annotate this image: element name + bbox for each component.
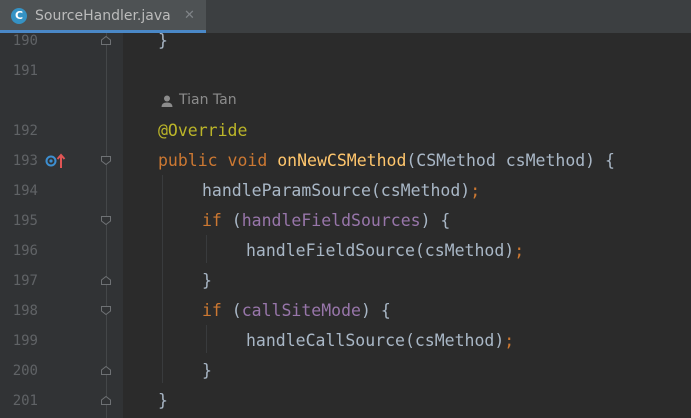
code-token: handleFieldSources: [241, 211, 421, 230]
code-token: handleParamSource(csMethod): [202, 181, 471, 200]
line-number[interactable]: 191: [0, 56, 38, 86]
line-number[interactable]: 199: [0, 326, 38, 356]
line-number[interactable]: 201: [0, 386, 38, 416]
java-class-icon: C: [11, 8, 27, 24]
code-token: handleCallSource(csMethod): [246, 331, 505, 350]
code-token: ;: [514, 241, 525, 260]
code-token: }: [202, 271, 212, 290]
line-number[interactable]: 197: [0, 266, 38, 296]
code-token: (CSMethod csMethod) {: [406, 151, 615, 170]
code-token: if: [202, 211, 222, 230]
code-text[interactable]: if (handleFieldSources) {: [202, 206, 450, 236]
person-icon: [161, 95, 173, 107]
line-number[interactable]: 198: [0, 296, 38, 326]
line-number[interactable]: 190: [0, 26, 38, 56]
code-line[interactable]: 196 handleFieldSource(csMethod);: [0, 236, 691, 266]
code-text[interactable]: @Override: [158, 116, 247, 146]
code-token: }: [158, 31, 168, 50]
line-number[interactable]: 192: [0, 116, 38, 146]
fold-start-icon[interactable]: [101, 216, 111, 225]
code-text[interactable]: }: [202, 356, 212, 386]
code-line[interactable]: 194 handleParamSource(csMethod);: [0, 176, 691, 206]
fold-end-icon[interactable]: [101, 276, 111, 285]
code-token: ) {: [420, 211, 451, 230]
line-number[interactable]: 193: [0, 146, 38, 176]
tab-title: SourceHandler.java: [35, 8, 171, 24]
line-number[interactable]: 194: [0, 176, 38, 206]
line-number[interactable]: 195: [0, 206, 38, 236]
code-line[interactable]: 199 handleCallSource(csMethod);: [0, 326, 691, 356]
fold-start-icon[interactable]: [101, 306, 111, 315]
override-method-icon[interactable]: [44, 153, 68, 169]
code-text[interactable]: }: [158, 26, 168, 56]
code-token: handleFieldSource(csMethod): [246, 241, 515, 260]
code-token: }: [158, 391, 168, 410]
code-token: ) {: [360, 301, 391, 320]
code-token: (: [221, 301, 242, 320]
code-line[interactable]: 191: [0, 56, 691, 86]
line-number[interactable]: 196: [0, 236, 38, 266]
code-token: if: [202, 301, 222, 320]
fold-end-icon[interactable]: [101, 36, 111, 45]
code-text[interactable]: handleParamSource(csMethod);: [202, 176, 480, 206]
code-text[interactable]: handleFieldSource(csMethod);: [246, 236, 524, 266]
code-token: onNewCSMethod: [277, 151, 407, 170]
fold-end-icon[interactable]: [101, 366, 111, 375]
line-number[interactable]: 200: [0, 356, 38, 386]
fold-end-icon[interactable]: [101, 396, 111, 405]
code-token: (: [221, 211, 242, 230]
close-icon[interactable]: ✕: [184, 7, 195, 25]
code-text[interactable]: }: [158, 386, 168, 416]
code-token: ;: [470, 181, 481, 200]
code-token: ;: [504, 331, 515, 350]
fold-start-icon[interactable]: [101, 156, 111, 165]
code-token: }: [202, 361, 212, 380]
code-token: void: [227, 151, 268, 170]
code-line[interactable]: 192 @Override: [0, 116, 691, 146]
code-token: @Override: [158, 121, 248, 140]
code-text[interactable]: }: [202, 266, 212, 296]
code-text[interactable]: public void onNewCSMethod(CSMethod csMet…: [158, 146, 615, 176]
code-text[interactable]: handleCallSource(csMethod);: [246, 326, 514, 356]
author-name: Tian Tan: [179, 92, 237, 108]
code-text[interactable]: if (callSiteMode) {: [202, 296, 391, 326]
code-token: public: [158, 151, 218, 170]
code-token: callSiteMode: [241, 301, 361, 320]
